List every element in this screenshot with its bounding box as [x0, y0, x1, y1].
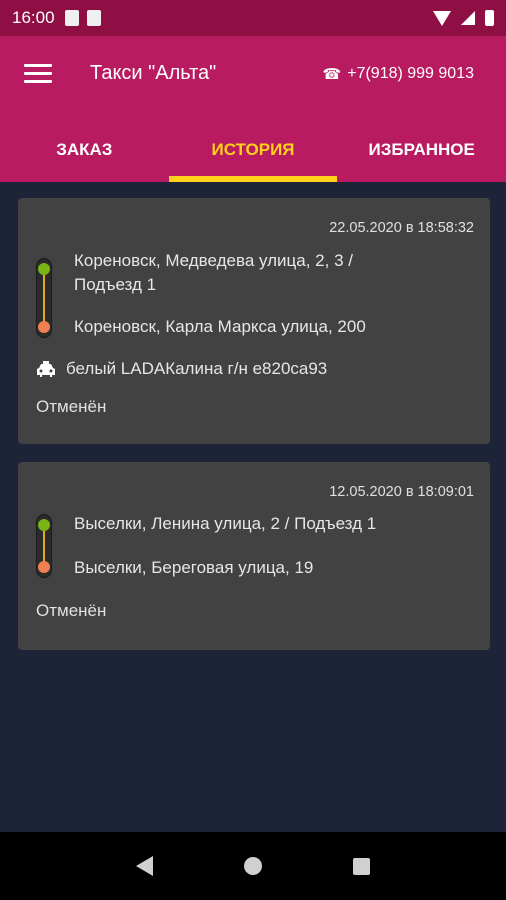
tab-history[interactable]: ИСТОРИЯ [168, 124, 338, 182]
wifi-icon [433, 10, 451, 26]
app-bar: Такси "Альта" ☎ +7(918) 999 9013 ЗАКАЗ И… [0, 36, 506, 182]
phone-link[interactable]: ☎ +7(918) 999 9013 [323, 65, 474, 83]
tab-favorites[interactable]: ИЗБРАННОЕ [337, 124, 506, 182]
notification-icon [64, 10, 79, 26]
route-line [43, 269, 45, 327]
start-point-icon [38, 519, 50, 531]
sd-card-icon [86, 10, 101, 26]
recent-apps-icon[interactable] [353, 857, 371, 875]
order-status: Отменён [36, 397, 107, 416]
from-address-line2: Подъезд 1 [74, 275, 157, 294]
order-datetime: 22.05.2020 в 18:58:32 [329, 220, 474, 236]
start-point-icon [38, 263, 50, 275]
menu-icon-line [24, 80, 52, 83]
tab-bar: ЗАКАЗ ИСТОРИЯ ИЗБРАННОЕ [0, 124, 506, 182]
car-info: белый LADAКалина г/н е820са93 [36, 359, 327, 379]
route-indicator [36, 514, 52, 578]
status-time: 16:00 [12, 8, 55, 27]
order-card[interactable]: 12.05.2020 в 18:09:01 Выселки, Ленина ул… [18, 462, 490, 650]
phone-icon: ☎ [322, 66, 342, 83]
order-status: Отменён [36, 601, 107, 620]
order-datetime: 12.05.2020 в 18:09:01 [329, 484, 474, 500]
from-address: Выселки, Ленина улица, 2 / Подъезд 1 [74, 514, 377, 533]
status-indicators [433, 10, 494, 26]
toolbar: Такси "Альта" ☎ +7(918) 999 9013 [0, 36, 506, 112]
order-card[interactable]: 22.05.2020 в 18:58:32 Кореновск, Медведе… [18, 198, 490, 444]
menu-icon-line [24, 72, 52, 75]
end-point-icon [38, 321, 50, 333]
back-icon[interactable] [135, 856, 153, 876]
from-address: Кореновск, Медведева улица, 2, 3 / Подъе… [74, 249, 353, 297]
menu-icon-line [24, 64, 52, 67]
tab-order[interactable]: ЗАКАЗ [0, 124, 169, 182]
route-indicator [36, 258, 52, 338]
app-title: Такси "Альта" [90, 62, 217, 84]
battery-icon [485, 10, 494, 26]
end-point-icon [38, 561, 50, 573]
phone-number: +7(918) 999 9013 [347, 65, 474, 82]
car-icon [37, 361, 55, 377]
car-description: белый LADAКалина г/н е820са93 [66, 359, 328, 378]
from-address-line1: Кореновск, Медведева улица, 2, 3 / [74, 251, 353, 270]
to-address: Выселки, Береговая улица, 19 [74, 558, 314, 577]
navigation-bar [0, 832, 506, 900]
home-icon[interactable] [243, 857, 262, 875]
menu-button[interactable] [24, 62, 52, 84]
signal-icon [461, 11, 475, 25]
status-bar: 16:00 [0, 0, 506, 36]
to-address: Кореновск, Карла Маркса улица, 200 [74, 317, 366, 336]
